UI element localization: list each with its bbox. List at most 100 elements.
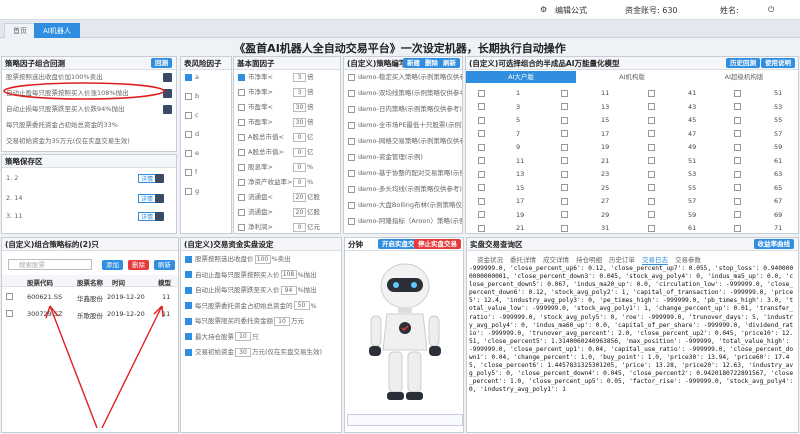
checkbox[interactable] (185, 317, 192, 325)
factor-item[interactable]: 自动止损每只股票跌至买入价跌94%抛出 (6, 104, 156, 115)
stock-search-input[interactable]: 搜索股票 (8, 259, 92, 270)
model-option[interactable]: 57 (648, 197, 696, 205)
tab-ai-super-institution[interactable]: AI超级机构版 (688, 71, 800, 83)
model-option[interactable]: 15 (478, 184, 524, 192)
checkbox[interactable] (734, 130, 741, 137)
query-tab[interactable]: 交易日志 (642, 254, 668, 265)
model-option[interactable]: 1 (478, 89, 520, 97)
checkbox[interactable] (238, 193, 245, 201)
model-option[interactable]: 11 (561, 89, 609, 97)
checkbox[interactable] (561, 143, 568, 151)
close-icon[interactable]: ⏻ (768, 5, 774, 15)
model-option[interactable]: 51 (648, 157, 696, 165)
checkbox[interactable] (648, 89, 655, 97)
model-option[interactable]: 3 (478, 103, 520, 111)
checkbox[interactable] (238, 103, 245, 111)
checkbox[interactable] (478, 211, 485, 218)
factor-value-input[interactable]: 30 (293, 117, 306, 127)
checkbox[interactable] (734, 157, 741, 164)
setting-value-input[interactable]: 108 (280, 270, 297, 279)
checkbox[interactable] (561, 184, 568, 191)
settings-icon[interactable]: ⚙ (540, 5, 547, 14)
detail-button[interactable]: 详情 (138, 174, 157, 183)
checkbox[interactable] (734, 184, 741, 191)
model-option[interactable]: 45 (648, 116, 696, 124)
model-option[interactable]: 9 (478, 143, 520, 151)
model-option[interactable]: 11 (478, 157, 524, 165)
tab-ai-institution[interactable]: AI机构版 (576, 71, 688, 83)
checkbox[interactable] (561, 116, 568, 124)
factor-value-input[interactable]: 0 (293, 162, 306, 172)
model-option[interactable]: 23 (561, 170, 609, 178)
factor-value-input[interactable]: 0 (293, 222, 306, 232)
detail-button[interactable]: 详情 (138, 212, 157, 221)
checkbox[interactable] (648, 130, 655, 137)
strategy-item[interactable]: demo-全市场PE最低十只股票(示例) (348, 120, 462, 131)
checkbox[interactable] (734, 224, 741, 232)
checkbox[interactable] (185, 111, 192, 119)
checkbox[interactable] (478, 103, 485, 110)
model-option[interactable]: 25 (561, 184, 609, 192)
checkbox[interactable] (348, 217, 355, 225)
model-option[interactable]: 43 (648, 103, 696, 111)
model-option[interactable]: 27 (561, 197, 609, 205)
checkbox[interactable] (185, 187, 192, 195)
checkbox[interactable] (648, 184, 655, 191)
checkbox[interactable] (478, 143, 485, 151)
model-option[interactable]: 15 (561, 116, 609, 124)
query-tab[interactable]: 委托详情 (510, 254, 536, 264)
factor-value-input[interactable]: 0 (293, 177, 306, 187)
saved-strategy-item[interactable]: 2. 14 (6, 193, 106, 204)
checkbox[interactable] (478, 116, 485, 124)
checkbox[interactable] (185, 73, 192, 81)
checkbox[interactable] (648, 157, 655, 164)
checkbox[interactable] (185, 271, 192, 278)
checkbox[interactable] (561, 197, 568, 205)
checkbox[interactable] (734, 143, 741, 151)
checkbox[interactable] (734, 170, 741, 178)
model-option[interactable]: 51 (734, 89, 782, 97)
delete-button[interactable]: 删除 (128, 260, 149, 270)
checkbox[interactable] (478, 184, 485, 191)
checkbox[interactable] (648, 103, 655, 110)
edit-formula-link[interactable]: 编辑公式 (555, 5, 587, 16)
checkbox[interactable] (734, 116, 741, 124)
strategy-item[interactable]: demo-多头均线(示例策略仅供参考) (348, 184, 462, 195)
checkbox[interactable] (185, 286, 192, 294)
factor-item[interactable]: 每只股票委托资金占初始总资金的33% (6, 120, 156, 131)
trash-icon[interactable] (163, 105, 172, 114)
checkbox[interactable] (238, 163, 245, 171)
model-option[interactable]: 63 (734, 170, 782, 178)
checkbox[interactable] (185, 149, 192, 157)
strategy-item[interactable]: demo-大盘Bolling布林(示例策略仅供参考) (348, 200, 462, 211)
strategy-item[interactable]: demo-稳定买入策略(示例策略仅供参考) (348, 72, 462, 83)
strategy-item[interactable]: demo-双均线策略(示例策略仅供参考) (348, 88, 462, 99)
checkbox[interactable] (238, 148, 245, 156)
detail-button[interactable]: 详情 (138, 194, 157, 203)
model-option[interactable]: 31 (561, 224, 609, 232)
checkbox[interactable] (238, 73, 245, 81)
add-button[interactable]: 添加 (102, 260, 123, 270)
trash-icon[interactable] (155, 194, 164, 203)
factor-value-input[interactable]: 3 (293, 72, 306, 82)
checkbox[interactable] (185, 92, 192, 100)
query-tab[interactable]: 成交详情 (543, 254, 569, 264)
checkbox[interactable] (185, 255, 192, 263)
trash-icon[interactable] (155, 212, 164, 221)
checkbox[interactable] (238, 133, 245, 141)
history-backtest-button[interactable]: 历史回测 (726, 58, 760, 68)
factor-value-input[interactable]: 0 (293, 132, 306, 142)
checkbox[interactable] (734, 211, 741, 218)
saved-strategy-item[interactable]: 3. 11 (6, 211, 106, 222)
model-option[interactable]: 61 (734, 157, 782, 165)
model-option[interactable]: 21 (561, 157, 609, 165)
factor-value-input[interactable]: 0 (293, 147, 306, 157)
model-option[interactable]: 55 (734, 116, 782, 124)
model-option[interactable]: 17 (478, 197, 524, 205)
checkbox[interactable] (648, 116, 655, 124)
trash-icon[interactable] (155, 174, 164, 183)
factor-value-input[interactable]: 20 (293, 192, 306, 202)
checkbox[interactable] (348, 121, 355, 129)
checkbox[interactable] (348, 201, 355, 209)
checkbox[interactable] (238, 88, 245, 96)
